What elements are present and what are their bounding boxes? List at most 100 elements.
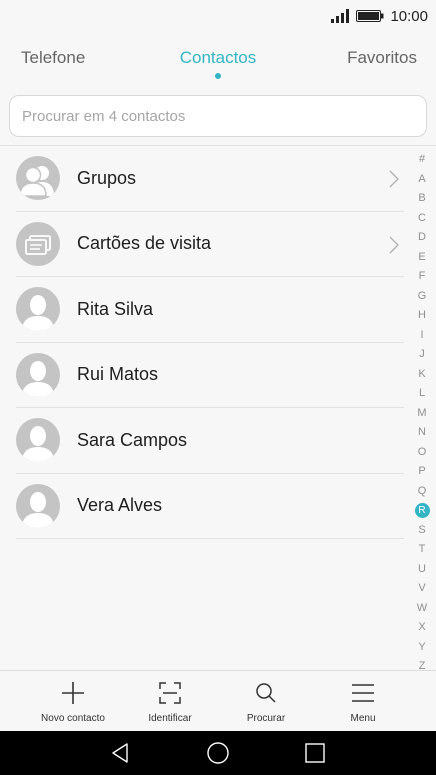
contact-row[interactable]: Rita Silva [16,277,404,343]
index-letter-label: Q [417,484,427,497]
person-icon [22,360,54,397]
index-letter[interactable]: A [412,170,432,190]
business-cards-icon [25,234,51,255]
contact-name: Sara Campos [77,429,188,450]
index-letter[interactable]: M [412,404,432,424]
avatar [16,287,60,332]
navigation-bar [0,731,436,775]
tab-favoritos[interactable]: Favoritos [347,48,417,68]
search-icon [256,683,276,703]
tab-telefone[interactable]: Telefone [21,48,85,68]
contact-name: Rui Matos [77,364,159,385]
contact-row[interactable]: Rui Matos [16,343,404,408]
contact-name: Rita Silva [77,298,154,319]
index-letter-label: C [418,211,426,224]
status-indicators: 10:00 [330,6,428,26]
scan-icon [159,682,181,704]
index-letter-label: Y [418,640,426,653]
index-letter-label: T [418,543,426,555]
avatar [16,221,60,266]
contact-list: Grupos Cartões de visita Rita Silva Rui … [16,146,404,539]
index-letter-label: O [417,445,427,458]
groups-icon [19,166,54,197]
back-icon[interactable] [109,741,133,765]
chevron-right-icon [389,236,399,253]
index-letter-label: F [418,270,426,282]
index-letter-label: W [416,601,428,614]
contact-row[interactable]: Sara Campos [16,408,404,474]
index-letter-label: J [419,348,425,360]
new-contact-label: Novo contacto [41,713,105,724]
search-input[interactable] [10,96,426,136]
menu-button[interactable]: Menu [315,671,411,732]
person-icon [22,295,54,332]
index-letter[interactable]: D [412,228,432,248]
avatar [16,418,60,463]
index-letter[interactable]: B [412,189,432,209]
menu-label: Menu [350,713,376,724]
search-box [9,95,427,137]
index-letter[interactable]: J [412,345,432,365]
index-letter[interactable]: K [412,365,432,385]
index-letter[interactable]: # [412,150,432,170]
tab-contactos[interactable]: Contactos [180,48,257,67]
index-letter[interactable]: O [412,443,432,463]
index-letter-label: H [418,309,426,321]
home-icon[interactable] [206,741,230,765]
index-letter[interactable]: H [412,306,432,326]
avatar [16,352,60,397]
signal-bars-icon [331,9,350,23]
index-letter-label: M [417,406,427,419]
index-letter[interactable]: I [412,326,432,346]
index-letter[interactable]: L [412,384,432,404]
status-bar: 10:00 [0,0,436,32]
index-letter[interactable]: V [412,579,432,599]
list-item-business-cards[interactable]: Cartões de visita [16,212,404,277]
index-letter[interactable]: R [412,501,432,521]
recent-apps-icon[interactable] [303,741,327,765]
identify-label: Identificar [148,713,192,724]
index-letter[interactable]: S [412,521,432,541]
index-letter[interactable]: Y [412,638,432,658]
battery-icon [356,10,384,22]
new-contact-button[interactable]: Novo contacto [25,671,121,732]
alphabet-index: # A B C D E F G H I J K L M N O P Q R S T U V W X Y Z [412,150,432,677]
index-letter[interactable]: N [412,423,432,443]
index-letter[interactable]: F [412,267,432,287]
index-letter[interactable]: W [412,599,432,619]
index-letter-label: P [418,465,426,477]
list-item-groups[interactable]: Grupos [16,146,404,212]
search-button[interactable]: Procurar [218,671,314,732]
contact-row[interactable]: Vera Alves [16,474,404,539]
person-icon [22,426,54,463]
person-icon [22,491,54,528]
index-letter-label: V [418,582,426,594]
index-letter[interactable]: E [412,248,432,268]
index-letter[interactable]: X [412,618,432,638]
index-letter-label: L [418,387,426,399]
index-letter-label: R [414,503,430,518]
plus-icon [62,682,84,704]
index-letter-label: K [418,367,426,380]
avatar [16,483,60,528]
identify-button[interactable]: Identificar [122,671,218,732]
index-letter-label: G [417,289,427,302]
index-letter-label: B [418,192,426,204]
index-letter[interactable]: P [412,462,432,482]
index-letter-label: S [418,523,426,536]
menu-icon [352,684,374,702]
index-letter-label: U [418,562,426,575]
list-item-label: Cartões de visita [77,233,212,254]
contact-name: Vera Alves [77,495,163,516]
index-letter[interactable]: C [412,209,432,229]
index-letter[interactable]: T [412,540,432,560]
index-letter[interactable]: G [412,287,432,307]
index-letter-label: E [418,250,426,263]
index-letter-label: A [418,172,426,185]
index-letter[interactable]: U [412,560,432,580]
bottom-toolbar: Novo contacto Identificar Procurar Menu [0,670,436,731]
index-letter-label: N [418,426,426,438]
index-letter-label: X [418,621,426,633]
index-letter-label: I [420,328,424,341]
index-letter[interactable]: Q [412,482,432,502]
